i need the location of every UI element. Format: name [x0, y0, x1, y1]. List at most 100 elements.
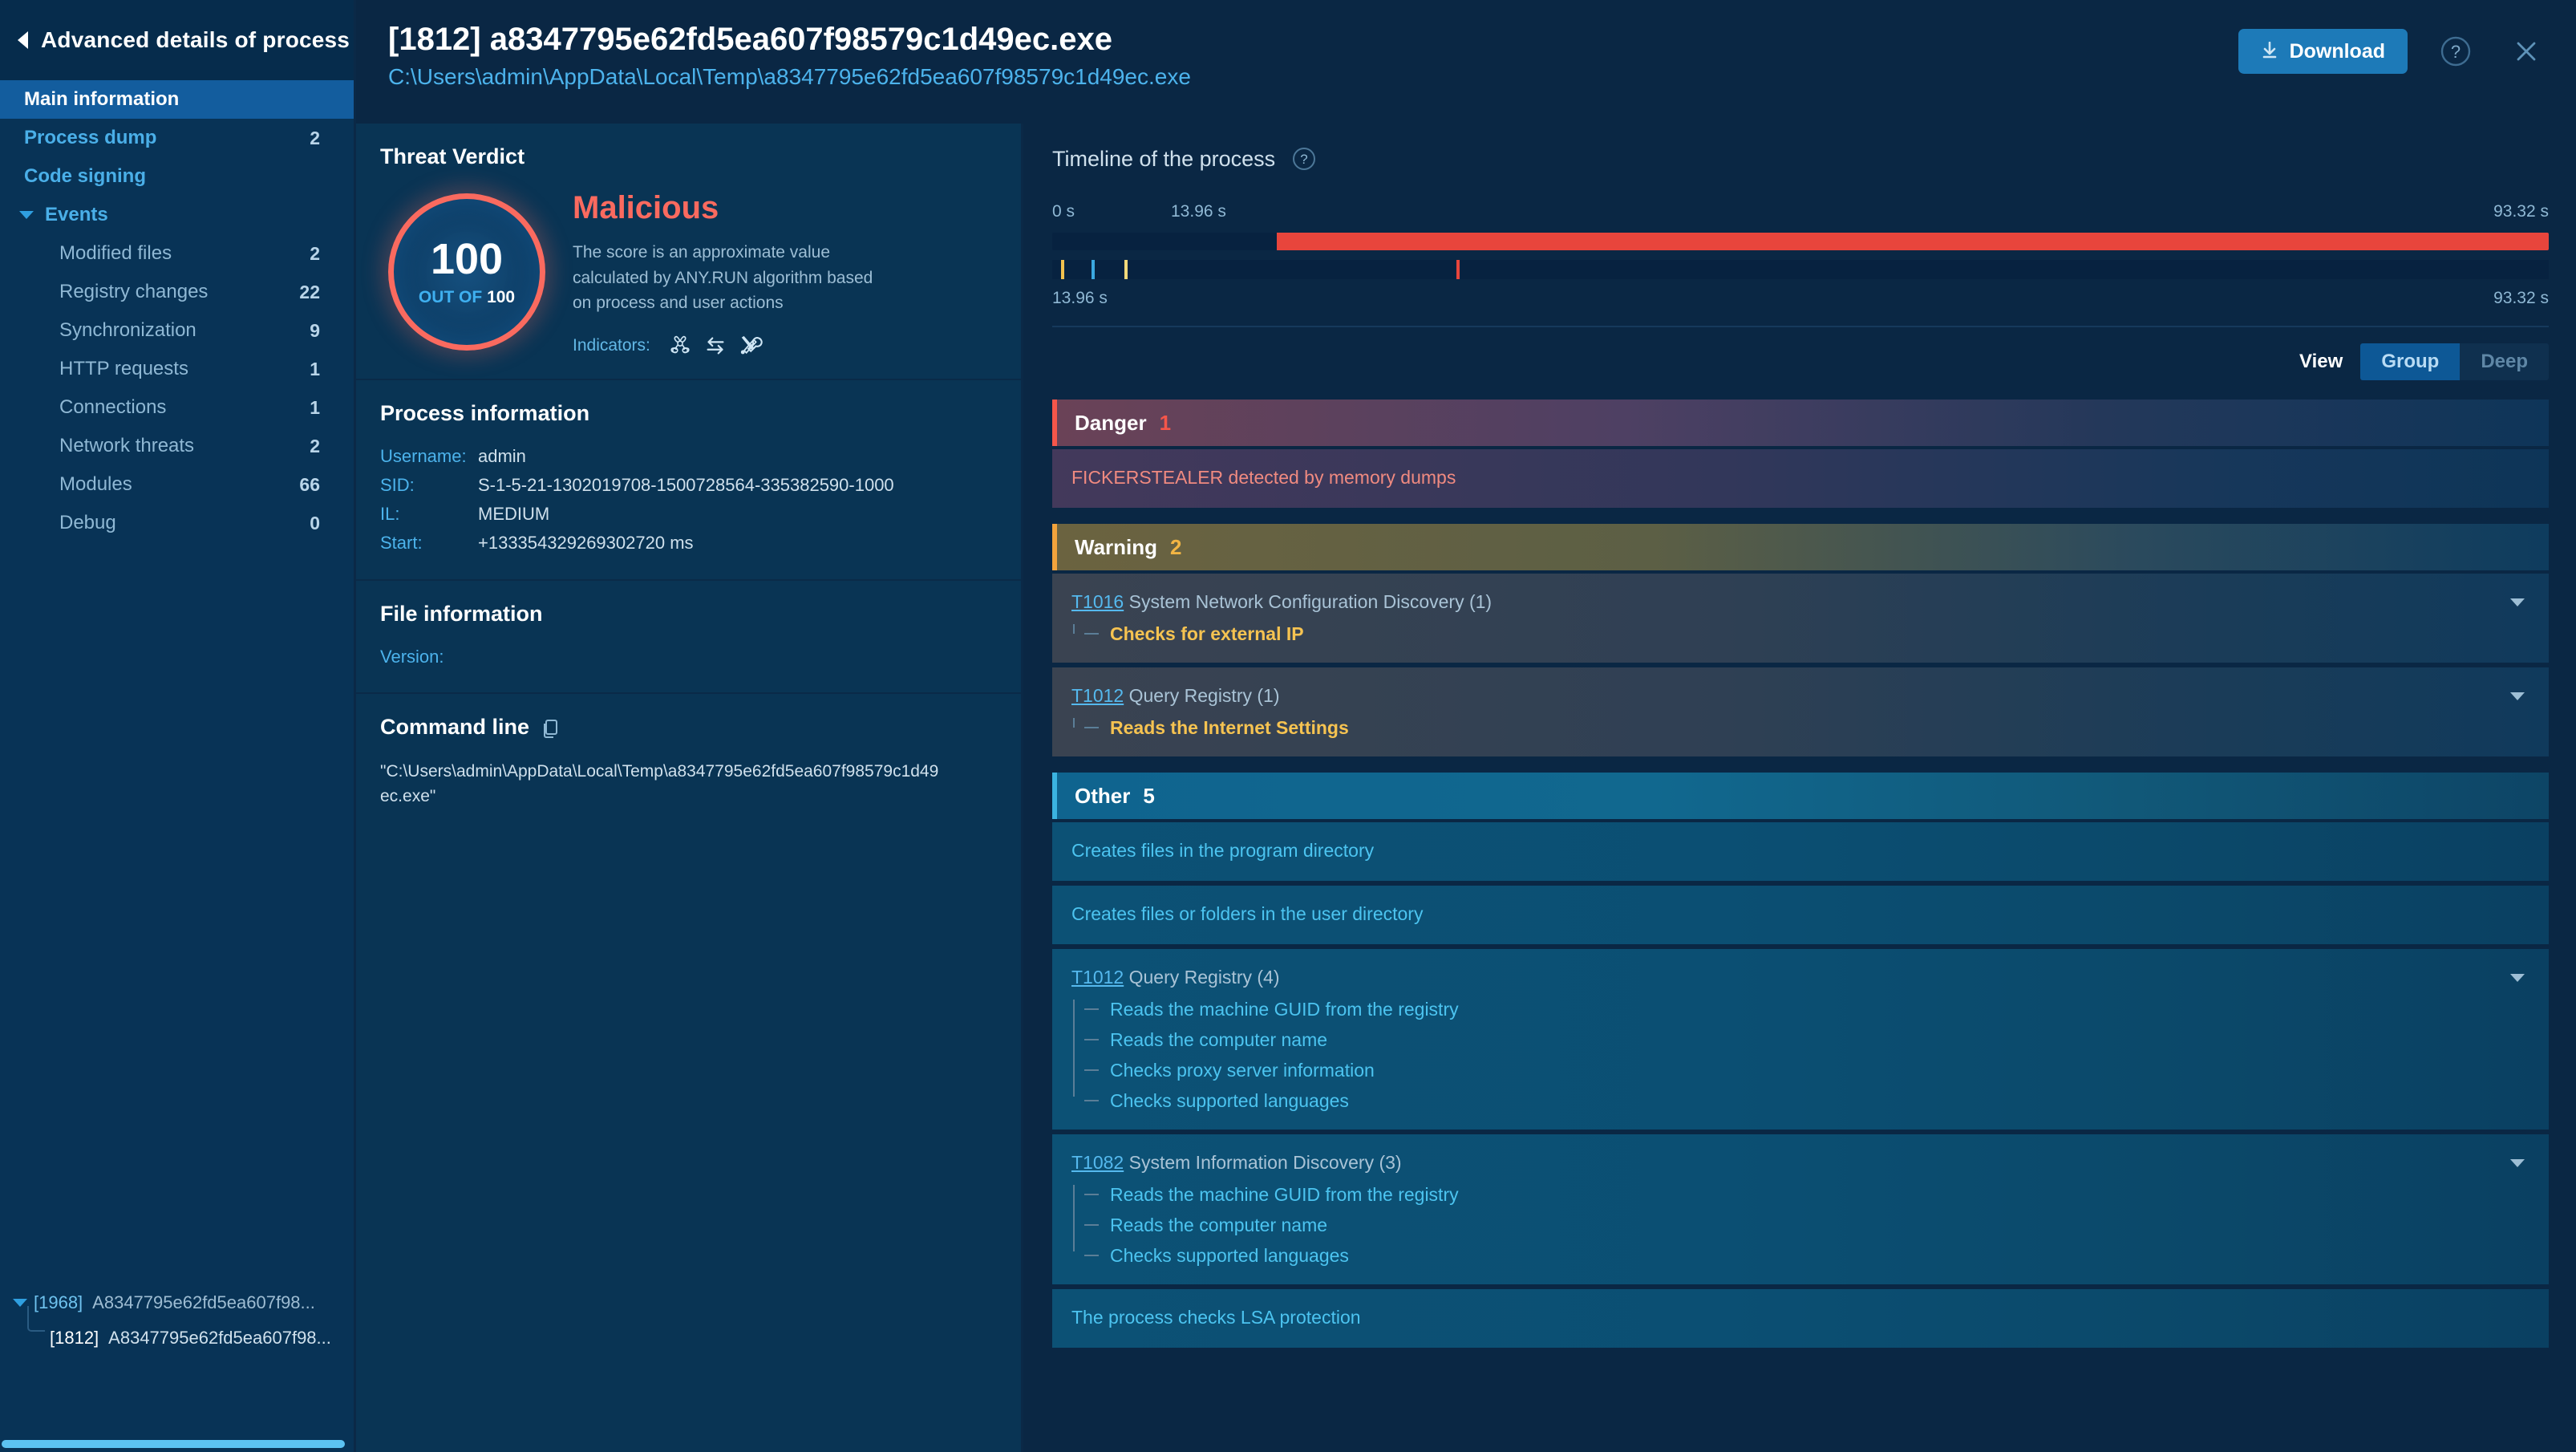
process-tree-item[interactable]: [1968]A8347795e62fd5ea607f98... — [13, 1285, 356, 1320]
svg-text:?: ? — [1300, 152, 1307, 167]
content-area: Threat Verdict 100 OUT OF 100 Malicious … — [356, 124, 2576, 1452]
event-group-count: 5 — [1143, 784, 1154, 809]
svg-text:?: ? — [2451, 42, 2461, 62]
technique-subitem[interactable]: Checks supported languages — [1083, 1091, 2528, 1110]
process-tree-item[interactable]: [1812]A8347795e62fd5ea607f98... — [13, 1320, 356, 1356]
timeline-event-marker[interactable] — [1124, 260, 1128, 279]
tree-vertical-line — [1073, 1000, 1075, 1097]
sidebar-item-network-threats[interactable]: Network threats2 — [0, 427, 354, 465]
tools-icon[interactable] — [739, 334, 763, 358]
technique-id-link[interactable]: T1012 — [1071, 685, 1124, 706]
chevron-down-icon[interactable] — [2510, 1159, 2525, 1167]
close-button[interactable] — [2504, 29, 2549, 74]
copy-icon[interactable] — [541, 718, 560, 739]
process-name: A8347795e62fd5ea607f98... — [92, 1292, 315, 1313]
timeline-bar[interactable] — [1052, 233, 2549, 250]
sidebar-item-connections[interactable]: Connections1 — [0, 388, 354, 427]
sidebar-item-synchronization[interactable]: Synchronization9 — [0, 311, 354, 350]
event-group-name: Warning — [1075, 535, 1157, 560]
timeline-start-label: 0 s — [1052, 202, 1075, 221]
event-card[interactable]: Creates files or folders in the user dir… — [1052, 886, 2549, 944]
event-card[interactable]: T1012 Query Registry (4)Reads the machin… — [1052, 949, 2549, 1130]
sidebar-item-debug[interactable]: Debug0 — [0, 504, 354, 542]
tree-dash-line — [1084, 1255, 1099, 1256]
process-tree: [1968]A8347795e62fd5ea607f98...[1812]A83… — [0, 1285, 356, 1356]
event-card[interactable]: Creates files in the program directory — [1052, 822, 2549, 881]
event-group-name: Danger — [1075, 411, 1147, 436]
view-mode-segmented-control: GroupDeep — [2360, 343, 2549, 380]
technique-subitem[interactable]: Reads the machine GUID from the registry — [1083, 1000, 2528, 1019]
event-card-text: Creates files or folders in the user dir… — [1071, 903, 2528, 925]
biohazard-icon[interactable] — [668, 334, 692, 358]
chevron-down-icon[interactable] — [2510, 598, 2525, 606]
technique-header: T1012 Query Registry (1) — [1071, 685, 2528, 707]
sidebar-item-modified-files[interactable]: Modified files2 — [0, 234, 354, 273]
technique-id-link[interactable]: T1012 — [1071, 967, 1124, 988]
technique-subitem[interactable]: Checks proxy server information — [1083, 1061, 2528, 1080]
chevron-down-icon[interactable] — [2510, 692, 2525, 700]
technique-subitem[interactable]: Checks supported languages — [1083, 1246, 2528, 1265]
event-group-header[interactable]: Danger1 — [1052, 400, 2549, 446]
technique-subitem[interactable]: Checks for external IP — [1083, 624, 2528, 643]
timeline-event-marker[interactable] — [1456, 260, 1460, 279]
command-line-header: Command line — [380, 715, 995, 743]
sidebar-item-http-requests[interactable]: HTTP requests1 — [0, 350, 354, 388]
event-groups-list: Danger1FICKERSTEALER detected by memory … — [1052, 400, 2549, 1396]
timeline-event-markers[interactable] — [1052, 260, 2549, 279]
technique-subitem[interactable]: Reads the computer name — [1083, 1030, 2528, 1049]
technique-subitem[interactable]: Reads the computer name — [1083, 1215, 2528, 1235]
event-card[interactable]: The process checks LSA protection — [1052, 1289, 2549, 1348]
technique-header: T1016 System Network Configuration Disco… — [1071, 591, 2528, 613]
view-mode-group-button[interactable]: Group — [2360, 343, 2460, 380]
tree-elbow-line — [27, 1306, 45, 1332]
process-path[interactable]: C:\Users\admin\AppData\Local\Temp\a83477… — [388, 64, 2238, 90]
sidebar-item-registry-changes[interactable]: Registry changes22 — [0, 273, 354, 311]
indicators-label: Indicators: — [573, 336, 650, 355]
chevron-down-icon[interactable] — [13, 1299, 27, 1307]
chevron-down-icon[interactable] — [2510, 974, 2525, 982]
technique-subitem-label: Checks supported languages — [1110, 1092, 1349, 1110]
event-group-warning: Warning2 T1016 System Network Configurati… — [1052, 524, 2549, 756]
threat-verdict-panel: Threat Verdict 100 OUT OF 100 Malicious … — [356, 124, 1021, 379]
technique-subitem[interactable]: Reads the machine GUID from the registry — [1083, 1185, 2528, 1204]
download-button[interactable]: Download — [2238, 29, 2408, 74]
event-group-header[interactable]: Warning2 — [1052, 524, 2549, 570]
timeline-mid-label: 13.96 s — [1171, 202, 1226, 221]
technique-header: T1082 System Information Discovery (3) — [1071, 1152, 2528, 1174]
threat-score-max: OUT OF 100 — [419, 288, 515, 307]
timeline-top-scale: 0 s 13.96 s 93.32 s — [1052, 202, 2549, 223]
timeline-event-marker[interactable] — [1061, 260, 1064, 279]
info-row: SID:S-1-5-21-1302019708-1500728564-33538… — [380, 471, 995, 500]
technique-subitem-label: Reads the computer name — [1110, 1216, 1327, 1235]
event-card[interactable]: T1082 System Information Discovery (3) Re… — [1052, 1134, 2549, 1284]
help-circle-icon[interactable]: ? — [1290, 144, 1318, 173]
sidebar-item-label: Modified files — [59, 242, 172, 265]
event-group-header[interactable]: Other5 — [1052, 773, 2549, 819]
view-mode-deep-button[interactable]: Deep — [2460, 343, 2549, 380]
technique-subitem[interactable]: Reads the Internet Settings — [1083, 718, 2528, 737]
event-card[interactable]: T1012 Query Registry (1) Reads the Intern… — [1052, 667, 2549, 756]
chevron-down-icon[interactable] — [19, 211, 34, 219]
event-card[interactable]: FICKERSTEALER detected by memory dumps — [1052, 449, 2549, 508]
technique-id-link[interactable]: T1016 — [1071, 591, 1124, 612]
help-button[interactable]: ? — [2433, 29, 2478, 74]
timeline-end-label: 93.32 s — [2493, 202, 2549, 221]
technique-name: Query Registry (1) — [1124, 685, 1279, 706]
technique-subitems: Reads the machine GUID from the registry… — [1071, 1185, 2528, 1265]
sidebar-item-events[interactable]: Events — [0, 196, 354, 234]
sidebar-item-main-information[interactable]: Main information — [0, 80, 354, 119]
page-title: [1812] a8347795e62fd5ea607f98579c1d49ec.… — [388, 19, 2238, 59]
info-value: admin — [478, 442, 526, 471]
back-arrow-icon[interactable] — [18, 31, 28, 49]
sidebar-horizontal-scrollbar[interactable] — [2, 1440, 345, 1448]
info-key: SID: — [380, 471, 478, 500]
exchange-arrows-icon[interactable] — [703, 334, 727, 358]
timeline-event-marker[interactable] — [1092, 260, 1095, 279]
sidebar-item-code-signing[interactable]: Code signing — [0, 157, 354, 196]
technique-id-link[interactable]: T1082 — [1071, 1152, 1124, 1173]
tree-dash-line — [1084, 1194, 1099, 1195]
technique-subitem-label: Reads the Internet Settings — [1110, 719, 1349, 737]
sidebar-item-modules[interactable]: Modules66 — [0, 465, 354, 504]
sidebar-item-process-dump[interactable]: Process dump2 — [0, 119, 354, 157]
event-card[interactable]: T1016 System Network Configuration Disco… — [1052, 574, 2549, 663]
